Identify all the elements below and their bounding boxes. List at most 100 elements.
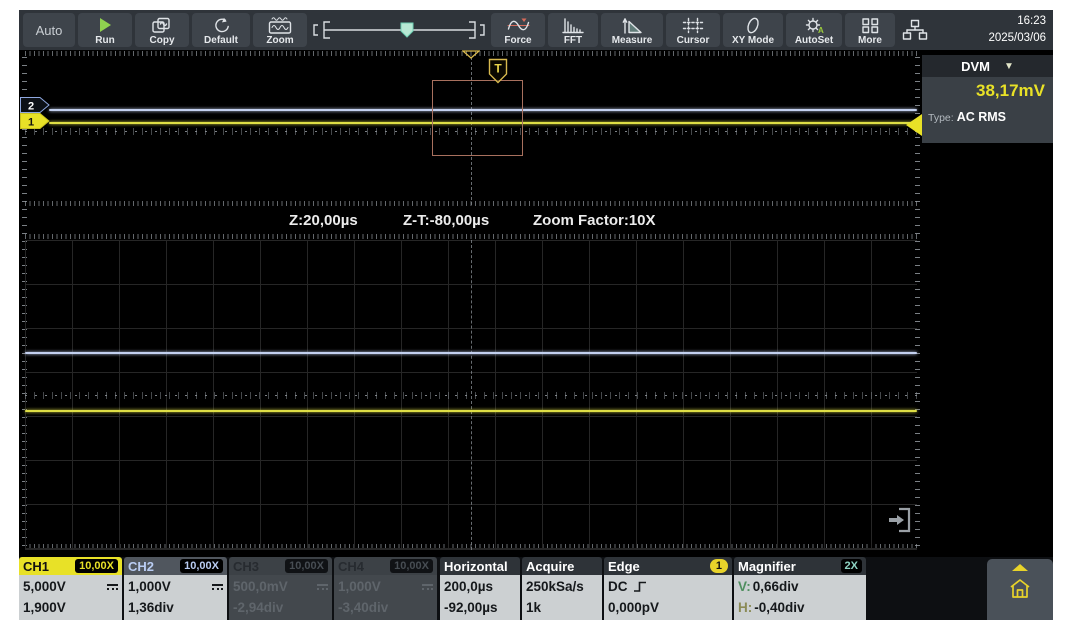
svg-text:1: 1	[28, 117, 34, 129]
ch4-offset: -3,40div	[338, 597, 433, 618]
zoom-scale-text: Z:20,00µs	[289, 212, 358, 229]
ch1-marker[interactable]: 1	[20, 113, 50, 129]
magnifier-status-cell[interactable]: Magnifier 2X V:0,66div H:-0,40div	[734, 557, 866, 620]
dvm-type: Type:AC RMS	[928, 110, 1045, 124]
magnifier-v-value: 0,66div	[753, 579, 799, 594]
dc-coupling-icon	[422, 584, 433, 590]
ch3-offset: -2,94div	[233, 597, 328, 618]
dvm-header[interactable]: DVM ▼	[922, 55, 1053, 77]
acquire-mem-depth: 1k	[526, 597, 598, 618]
zoom-window-outline[interactable]	[432, 80, 523, 156]
cursor-button[interactable]: Cursor	[666, 13, 720, 47]
ch3-scale: 500,0mV	[233, 576, 288, 597]
more-label: More	[858, 35, 882, 46]
ch1-name: CH1	[23, 559, 49, 574]
chevron-down-icon[interactable]: ▼	[1004, 61, 1014, 72]
horizontal-status-cell[interactable]: Horizontal 200,0µs -92,00µs	[440, 557, 520, 620]
force-sine-icon	[507, 15, 530, 35]
scope-ui: Auto Run Copy Default Zoom	[19, 10, 1053, 620]
svg-text:2: 2	[28, 101, 34, 113]
collapse-up-icon[interactable]	[1012, 564, 1028, 571]
ch2-status-cell[interactable]: CH2 10,00X 1,000V 1,36div	[124, 557, 227, 620]
rising-edge-icon	[633, 580, 647, 593]
collapse-panel-icon[interactable]	[887, 506, 913, 534]
edge-coupling: DC	[608, 576, 628, 597]
dvm-panel: DVM ▼ 38,17mV Type:AC RMS	[922, 55, 1053, 143]
run-button[interactable]: Run	[78, 13, 132, 47]
ch3-status-cell[interactable]: CH310,00X 500,0mV -2,94div	[229, 557, 332, 620]
zoom-label: Zoom	[266, 35, 293, 46]
xy-ellipse-icon	[742, 15, 764, 35]
force-label: Force	[504, 35, 531, 46]
trigger-level-value: 0,000pV	[608, 597, 728, 618]
dvm-type-value: AC RMS	[957, 110, 1006, 124]
acquire-status-cell[interactable]: Acquire 250kSa/s 1k	[522, 557, 602, 620]
fft-spectrum-icon	[562, 15, 584, 35]
trigger-position-badge[interactable]: T	[488, 58, 508, 84]
measure-button[interactable]: Measure	[601, 13, 663, 47]
waveform-display: 2 1 T Z:20,00µs Z-T:-80,00µs Zoom Factor…	[19, 50, 1053, 557]
clock[interactable]: 16:23 2025/03/06	[988, 13, 1049, 47]
cursor-crosshair-icon	[682, 15, 704, 35]
dc-coupling-icon	[107, 584, 118, 590]
network-status-button[interactable]	[898, 13, 932, 47]
ch4-probe-badge: 10,00X	[390, 559, 433, 573]
zoom-offset-text: Z-T:-80,00µs	[403, 212, 489, 229]
measure-ruler-icon	[621, 15, 643, 35]
svg-text:A: A	[818, 26, 824, 34]
magnifier-v-label: V:	[738, 579, 751, 594]
ch3-name: CH3	[233, 559, 259, 574]
zoom-center-hline	[25, 395, 917, 396]
dvm-value: 38,17mV	[928, 81, 1045, 101]
magnifier-title: Magnifier	[738, 559, 796, 574]
xy-mode-button[interactable]: XY Mode	[723, 13, 783, 47]
magnifier-factor-badge: 2X	[841, 559, 862, 573]
zoom-position-slider[interactable]	[310, 13, 488, 47]
fft-button[interactable]: FFT	[548, 13, 598, 47]
zoom-button[interactable]: Zoom	[253, 13, 307, 47]
fft-label: FFT	[564, 35, 582, 46]
magnifier-h-value: -0,40div	[754, 600, 804, 615]
zoom-factor-text: Zoom Factor:10X	[533, 212, 656, 229]
ch2-offset: 1,36div	[128, 597, 223, 618]
default-label: Default	[204, 35, 238, 46]
trigger-source-badge: 1	[710, 559, 728, 573]
run-label: Run	[95, 35, 114, 46]
zoom-top-ruler	[25, 234, 917, 239]
default-button[interactable]: Default	[192, 13, 250, 47]
ch2-marker[interactable]: 2	[20, 97, 50, 113]
autoset-button[interactable]: A AutoSet	[786, 13, 842, 47]
ch1-offset: 1,900V	[23, 597, 118, 618]
trigger-mode-auto-button[interactable]: Auto	[23, 13, 75, 47]
status-bar: CH110,00X 5,000V 1,900V CH210,00X 1,000V…	[19, 557, 1053, 620]
trigger-level-arrow[interactable]	[906, 114, 922, 136]
dc-coupling-icon	[212, 584, 223, 590]
ch1-scale: 5,000V	[23, 576, 66, 597]
ch4-status-cell[interactable]: CH410,00X 1,000V -3,40div	[334, 557, 437, 620]
ch4-scale: 1,000V	[338, 576, 381, 597]
edge-title: Edge	[608, 559, 640, 574]
svg-text:T: T	[494, 62, 502, 76]
horizontal-position-marker[interactable]	[462, 50, 480, 59]
copy-button[interactable]: Copy	[135, 13, 189, 47]
measure-label: Measure	[612, 35, 653, 46]
home-button[interactable]	[987, 559, 1053, 620]
ch2-probe-badge: 10,00X	[180, 559, 223, 573]
more-grid-icon	[860, 15, 880, 35]
copy-label: Copy	[150, 35, 175, 46]
acquire-sample-rate: 250kSa/s	[526, 576, 598, 597]
lan-icon	[902, 19, 928, 41]
force-trigger-button[interactable]: Force	[491, 13, 545, 47]
autoset-gear-icon: A	[803, 15, 825, 35]
xy-mode-label: XY Mode	[732, 35, 774, 46]
cursor-label: Cursor	[677, 35, 710, 46]
more-button[interactable]: More	[845, 13, 895, 47]
magnifier-h-label: H:	[738, 600, 752, 615]
ch2-trace-zoom	[25, 352, 917, 354]
trigger-status-cell[interactable]: Edge 1 DC 0,000pV	[604, 557, 732, 620]
date-text: 2025/03/06	[988, 30, 1046, 47]
ch2-scale: 1,000V	[128, 576, 171, 597]
ch1-status-cell[interactable]: CH110,00X 5,000V 1,900V	[19, 557, 122, 620]
ch2-name: CH2	[128, 559, 154, 574]
horizontal-position: -92,00µs	[444, 597, 516, 618]
